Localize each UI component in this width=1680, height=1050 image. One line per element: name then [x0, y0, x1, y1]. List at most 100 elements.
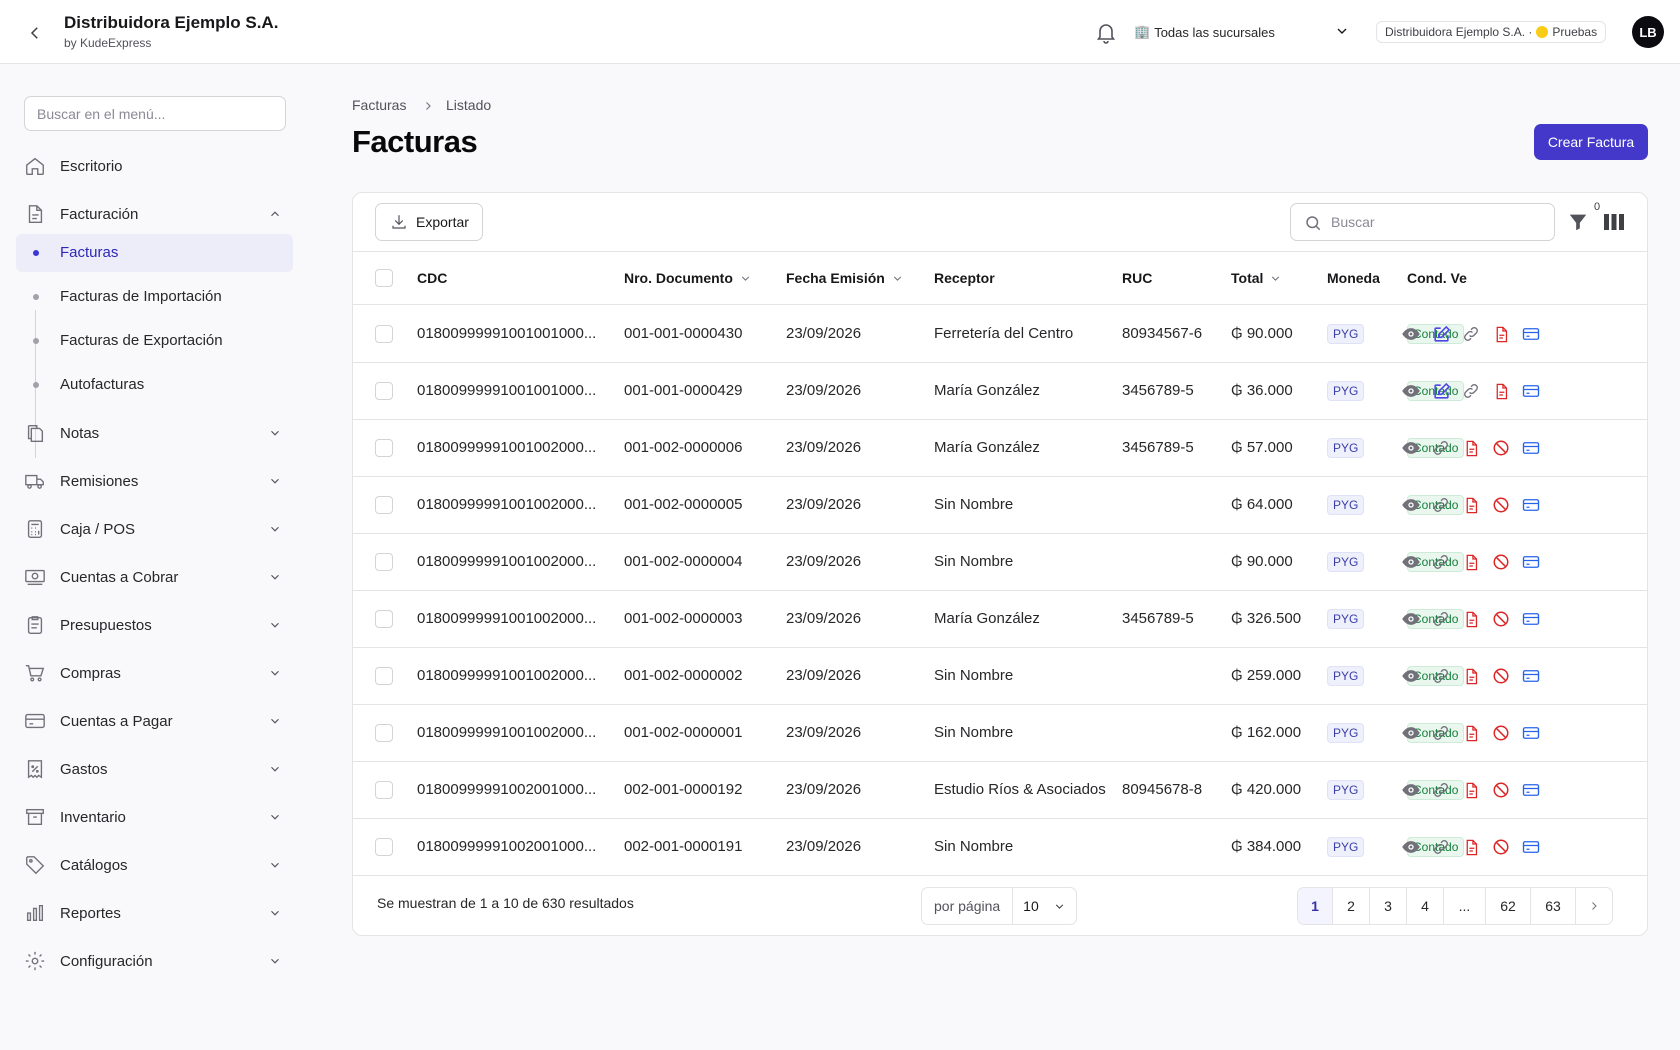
export-button[interactable]: Exportar: [375, 203, 483, 241]
table-row[interactable]: 01800999991001001000... 001-001-0000429 23…: [353, 363, 1647, 420]
pdf-button[interactable]: [1460, 608, 1482, 630]
sidebar-item-inventario[interactable]: Inventario: [16, 798, 293, 836]
sidebar-subitem-importacion[interactable]: Facturas de Importación: [16, 278, 293, 316]
pdf-button[interactable]: [1490, 380, 1512, 402]
link-button[interactable]: [1430, 494, 1452, 516]
table-row[interactable]: 01800999991001002000... 001-002-0000006 23…: [353, 420, 1647, 477]
table-row[interactable]: 01800999991002001000... 002-001-0000192 23…: [353, 762, 1647, 819]
sidebar-item-facturacion[interactable]: Facturación: [16, 195, 293, 233]
bell-icon[interactable]: [1094, 20, 1118, 44]
link-button[interactable]: [1430, 722, 1452, 744]
sidebar-item-cuentas-pagar[interactable]: Cuentas a Pagar: [16, 702, 293, 740]
payment-button[interactable]: [1520, 608, 1542, 630]
payment-button[interactable]: [1520, 779, 1542, 801]
view-button[interactable]: [1400, 494, 1422, 516]
payment-button[interactable]: [1520, 551, 1542, 573]
sidebar-item-escritorio[interactable]: Escritorio: [16, 147, 293, 185]
pdf-button[interactable]: [1460, 437, 1482, 459]
view-button[interactable]: [1400, 323, 1422, 345]
avatar[interactable]: LB: [1632, 16, 1664, 48]
page-button[interactable]: 63: [1531, 888, 1576, 924]
menu-search-input[interactable]: [24, 96, 286, 131]
cancel-button[interactable]: [1490, 779, 1512, 801]
cancel-button[interactable]: [1490, 494, 1512, 516]
table-row[interactable]: 01800999991001001000... 001-001-0000430 23…: [353, 306, 1647, 363]
columns-icon[interactable]: [1603, 212, 1625, 232]
view-button[interactable]: [1400, 608, 1422, 630]
link-button[interactable]: [1430, 608, 1452, 630]
sidebar-item-catalogos[interactable]: Catálogos: [16, 846, 293, 884]
view-button[interactable]: [1400, 437, 1422, 459]
table-row[interactable]: 01800999991001002000... 001-002-0000004 23…: [353, 534, 1647, 591]
column-header-fecha-emision[interactable]: Fecha Emisión: [786, 270, 904, 286]
next-page-button[interactable]: [1576, 888, 1612, 924]
table-search-input[interactable]: [1331, 204, 1549, 240]
page-button[interactable]: 2: [1333, 888, 1370, 924]
table-row[interactable]: 01800999991002001000... 002-001-0000191 23…: [353, 819, 1647, 876]
back-button[interactable]: [22, 20, 48, 46]
per-page-select[interactable]: 10: [1013, 888, 1076, 924]
row-checkbox[interactable]: [375, 610, 393, 628]
page-button[interactable]: 1: [1298, 888, 1333, 924]
sidebar-item-configuracion[interactable]: Configuración: [16, 942, 293, 980]
row-checkbox[interactable]: [375, 325, 393, 343]
sidebar-item-reportes[interactable]: Reportes: [16, 894, 293, 932]
page-button[interactable]: 62: [1486, 888, 1531, 924]
column-header-nro-documento[interactable]: Nro. Documento: [624, 270, 752, 286]
page-button[interactable]: 3: [1370, 888, 1407, 924]
row-checkbox[interactable]: [375, 838, 393, 856]
filter-icon[interactable]: [1567, 211, 1589, 233]
payment-button[interactable]: [1520, 722, 1542, 744]
sidebar-item-gastos[interactable]: Gastos: [16, 750, 293, 788]
pdf-button[interactable]: [1460, 494, 1482, 516]
table-row[interactable]: 01800999991001002000... 001-002-0000005 23…: [353, 477, 1647, 534]
payment-button[interactable]: [1520, 323, 1542, 345]
table-row[interactable]: 01800999991001002000... 001-002-0000001 23…: [353, 705, 1647, 762]
pdf-button[interactable]: [1460, 779, 1482, 801]
cancel-button[interactable]: [1490, 722, 1512, 744]
view-button[interactable]: [1400, 665, 1422, 687]
cancel-button[interactable]: [1490, 437, 1512, 459]
pdf-button[interactable]: [1460, 722, 1482, 744]
row-checkbox[interactable]: [375, 781, 393, 799]
cancel-button[interactable]: [1490, 551, 1512, 573]
view-button[interactable]: [1400, 779, 1422, 801]
sidebar-item-compras[interactable]: Compras: [16, 654, 293, 692]
payment-button[interactable]: [1520, 665, 1542, 687]
table-row[interactable]: 01800999991001002000... 001-002-0000003 23…: [353, 591, 1647, 648]
link-button[interactable]: [1430, 665, 1452, 687]
link-button[interactable]: [1430, 437, 1452, 459]
select-all-checkbox[interactable]: [375, 269, 393, 287]
row-checkbox[interactable]: [375, 382, 393, 400]
pdf-button[interactable]: [1460, 551, 1482, 573]
link-button[interactable]: [1430, 551, 1452, 573]
sidebar-subitem-autofacturas[interactable]: Autofacturas: [16, 366, 293, 404]
create-invoice-button[interactable]: Crear Factura: [1534, 124, 1648, 160]
branch-select[interactable]: 🏢 Todas las sucursales: [1134, 18, 1350, 46]
row-checkbox[interactable]: [375, 439, 393, 457]
cancel-button[interactable]: [1490, 665, 1512, 687]
payment-button[interactable]: [1520, 494, 1542, 516]
edit-button[interactable]: [1430, 323, 1452, 345]
view-button[interactable]: [1400, 551, 1422, 573]
link-button[interactable]: [1460, 323, 1482, 345]
row-checkbox[interactable]: [375, 667, 393, 685]
sidebar-subitem-exportacion[interactable]: Facturas de Exportación: [16, 322, 293, 360]
sidebar-subitem-facturas[interactable]: Facturas: [16, 234, 293, 272]
sidebar-item-remisiones[interactable]: Remisiones: [16, 462, 293, 500]
row-checkbox[interactable]: [375, 553, 393, 571]
sidebar-item-caja-pos[interactable]: Caja / POS: [16, 510, 293, 548]
table-row[interactable]: 01800999991001002000... 001-002-0000002 23…: [353, 648, 1647, 705]
sidebar-item-cuentas-cobrar[interactable]: Cuentas a Cobrar: [16, 558, 293, 596]
view-button[interactable]: [1400, 722, 1422, 744]
cancel-button[interactable]: [1490, 836, 1512, 858]
pdf-button[interactable]: [1460, 836, 1482, 858]
cancel-button[interactable]: [1490, 608, 1512, 630]
payment-button[interactable]: [1520, 380, 1542, 402]
edit-button[interactable]: [1430, 380, 1452, 402]
view-button[interactable]: [1400, 836, 1422, 858]
row-checkbox[interactable]: [375, 724, 393, 742]
pdf-button[interactable]: [1490, 323, 1512, 345]
sidebar-item-notas[interactable]: Notas: [16, 414, 293, 452]
sidebar-item-presupuestos[interactable]: Presupuestos: [16, 606, 293, 644]
